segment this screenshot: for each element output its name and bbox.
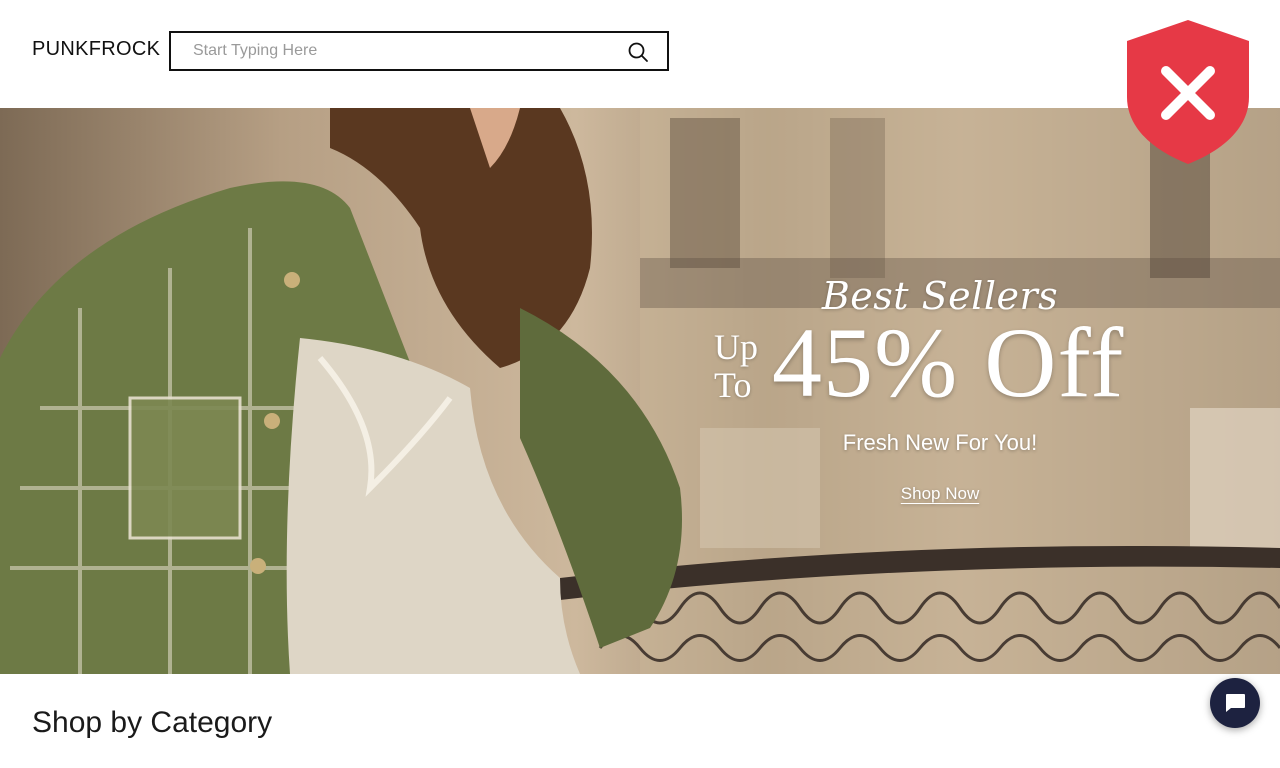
search-icon[interactable]	[627, 41, 649, 63]
chat-bubble-icon	[1226, 694, 1245, 712]
hero-discount: 45% Off	[772, 307, 1125, 418]
site-header: PUNKFROCK	[0, 0, 1280, 108]
site-logo[interactable]: PUNKFROCK	[32, 38, 160, 61]
shield-x-icon[interactable]	[1126, 19, 1250, 165]
hero-banner[interactable]: Best Sellers Up To 45% Off Fresh New For…	[0, 108, 1280, 674]
shop-now-link[interactable]: Shop Now	[901, 484, 979, 503]
chat-button[interactable]	[1210, 678, 1260, 728]
search-input[interactable]	[171, 33, 633, 69]
hero-up-to: Up To	[714, 327, 758, 405]
section-title: Shop by Category	[32, 706, 273, 739]
hero-subtitle: Fresh New For You!	[842, 430, 1038, 455]
search-bar	[169, 31, 669, 71]
